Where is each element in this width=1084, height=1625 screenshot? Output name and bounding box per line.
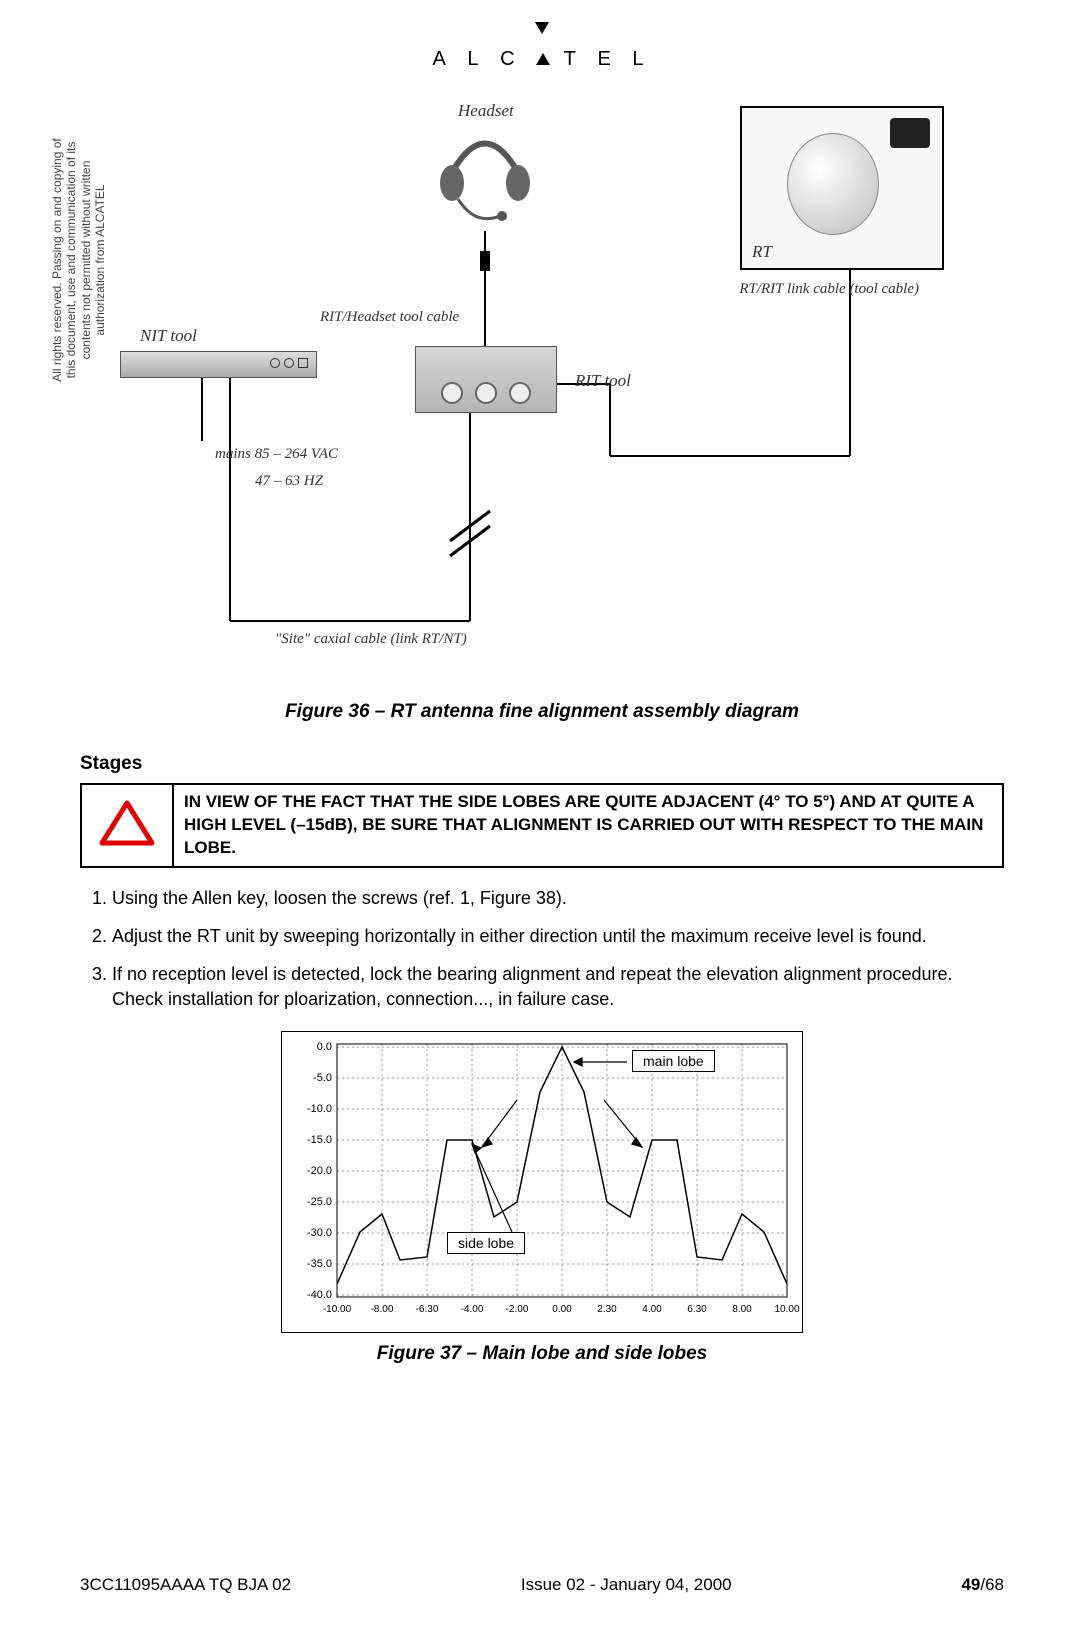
label-mains-voltage: mains 85 – 264 VAC xyxy=(215,446,338,463)
page-footer: 3CC11095AAAA TQ BJA 02 Issue 02 - Januar… xyxy=(80,1575,1004,1595)
figure-36-diagram: Headset RT RT/RIT link cable (tool cable… xyxy=(80,101,1004,681)
page-number: 49/68 xyxy=(961,1575,1004,1595)
svg-text:-2.00: -2.00 xyxy=(506,1304,529,1315)
label-rt-rit-cable: RT/RIT link cable (tool cable) xyxy=(739,281,919,298)
figure-37-caption: Figure 37 – Main lobe and side lobes xyxy=(80,1343,1004,1365)
svg-text:-5.0: -5.0 xyxy=(313,1072,332,1084)
doc-id: 3CC11095AAAA TQ BJA 02 xyxy=(80,1575,291,1595)
svg-text:-40.0: -40.0 xyxy=(307,1289,332,1301)
steps-list: Using the Allen key, loosen the screws (… xyxy=(80,886,1004,1011)
svg-text:4.00: 4.00 xyxy=(642,1304,662,1315)
label-nit-tool: NIT tool xyxy=(140,326,197,346)
label-mains-freq: 47 – 63 HZ xyxy=(255,473,323,490)
rt-antenna-image: RT xyxy=(740,106,944,270)
svg-text:-20.0: -20.0 xyxy=(307,1165,332,1177)
rit-tool-image xyxy=(415,346,557,413)
svg-text:10.00: 10.00 xyxy=(774,1304,799,1315)
svg-text:-30.0: -30.0 xyxy=(307,1227,332,1239)
svg-text:8.00: 8.00 xyxy=(732,1304,752,1315)
label-headset: Headset xyxy=(458,101,514,121)
svg-text:-6.30: -6.30 xyxy=(416,1304,439,1315)
lobe-chart-svg: 0.0 -5.0 -10.0 -15.0 -20.0 -25.0 -30.0 -35.0 -… xyxy=(282,1032,802,1332)
warning-box: IN VIEW OF THE FACT THAT THE SIDE LOBES … xyxy=(80,783,1004,868)
svg-text:-10.00: -10.00 xyxy=(323,1304,352,1315)
issue-date: Issue 02 - January 04, 2000 xyxy=(521,1575,732,1595)
label-main-lobe: main lobe xyxy=(632,1050,715,1072)
brand-logo: A L C T E L xyxy=(80,25,1004,71)
stages-heading: Stages xyxy=(80,753,1004,775)
step-2: Adjust the RT unit by sweeping horizonta… xyxy=(112,924,1004,948)
nit-tool-image xyxy=(120,351,317,378)
figure-37-chart: 0.0 -5.0 -10.0 -15.0 -20.0 -25.0 -30.0 -35.0 -… xyxy=(281,1031,803,1333)
svg-text:0.00: 0.00 xyxy=(552,1304,572,1315)
figure-36-caption: Figure 36 – RT antenna fine alignment as… xyxy=(80,701,1004,723)
label-rt: RT xyxy=(752,242,772,262)
warning-text: IN VIEW OF THE FACT THAT THE SIDE LOBES … xyxy=(173,784,1003,867)
svg-text:-10.0: -10.0 xyxy=(307,1103,332,1115)
svg-text:-35.0: -35.0 xyxy=(307,1258,332,1270)
svg-text:2.30: 2.30 xyxy=(597,1304,617,1315)
step-3: If no reception level is detected, lock … xyxy=(112,962,1004,1011)
svg-text:0.0: 0.0 xyxy=(317,1041,332,1053)
svg-text:6.30: 6.30 xyxy=(687,1304,707,1315)
label-side-lobe: side lobe xyxy=(447,1232,525,1254)
label-rit-headset-cable: RIT/Headset tool cable xyxy=(320,309,459,326)
svg-text:-8.00: -8.00 xyxy=(371,1304,394,1315)
label-site-cable: "Site" caxial cable (link RT/NT) xyxy=(275,631,467,648)
step-1: Using the Allen key, loosen the screws (… xyxy=(112,886,1004,910)
svg-text:-4.00: -4.00 xyxy=(461,1304,484,1315)
warning-triangle-icon xyxy=(100,799,155,847)
headset-icon xyxy=(430,121,540,231)
label-rit-tool: RIT tool xyxy=(575,371,631,391)
svg-text:-25.0: -25.0 xyxy=(307,1196,332,1208)
svg-text:-15.0: -15.0 xyxy=(307,1134,332,1146)
